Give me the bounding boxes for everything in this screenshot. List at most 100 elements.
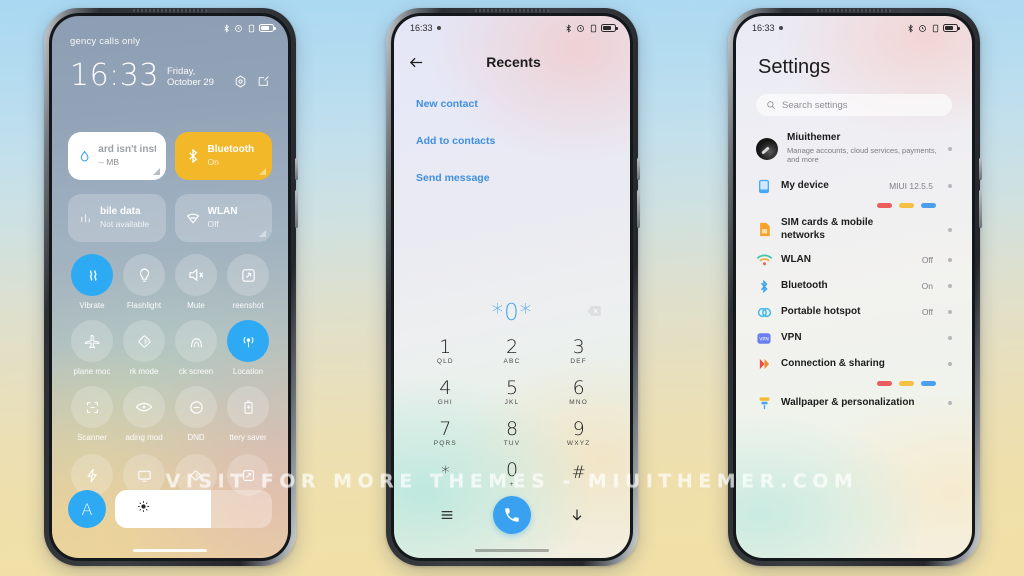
- wallpaper-icon: [756, 395, 772, 411]
- key-6-letters: MNO: [569, 398, 589, 406]
- battery-saver-icon: [227, 386, 269, 428]
- brightness-slider[interactable]: [115, 490, 272, 528]
- bluetooth-icon: [907, 23, 913, 33]
- camera-icon[interactable]: [234, 75, 247, 88]
- tile-expand-corner[interactable]: [259, 168, 266, 175]
- lock-date: Friday, October 29: [166, 66, 214, 88]
- bluetooth-icon: [565, 23, 571, 33]
- settings-row-my-device[interactable]: My device MIUI 12.5.5: [748, 173, 960, 199]
- battery-icon: [601, 24, 618, 32]
- toggle-reading-mode[interactable]: ading mod: [118, 386, 170, 442]
- toggle-location[interactable]: Location: [222, 320, 274, 376]
- dialer-header: Recents: [394, 46, 630, 78]
- settings-row-account[interactable]: Miuithemer Manage accounts, cloud servic…: [748, 126, 960, 173]
- toggle-screenshot[interactable]: reenshot: [222, 254, 274, 310]
- tile-data-usage[interactable]: ard isn't insta -- MB: [68, 132, 166, 180]
- key-7[interactable]: 7 PQRS: [412, 419, 479, 447]
- key-9-letters: WXYZ: [566, 439, 591, 447]
- key-9[interactable]: 9 WXYZ: [545, 419, 612, 447]
- phone1-status-bar: gency calls only: [52, 16, 288, 38]
- link-add-to-contacts[interactable]: Add to contacts: [416, 135, 495, 147]
- chevron-dot-icon: [948, 284, 952, 288]
- backspace-icon[interactable]: [587, 304, 602, 322]
- settings-label-sim-cards: SIM cards & mobile networks: [781, 217, 874, 241]
- home-indicator[interactable]: [475, 548, 549, 552]
- section-divider-pills: [748, 377, 960, 390]
- toggle-battery-saver[interactable]: ttery saver: [222, 386, 274, 442]
- dark-mode-icon: [123, 320, 165, 362]
- phone3-status-time: 16:33: [752, 23, 775, 33]
- toggle-lock-screen[interactable]: ck screen: [170, 320, 222, 376]
- lock-clock: 16:33: [70, 58, 159, 93]
- key-8-letters: TUV: [503, 439, 521, 447]
- tile-expand-corner[interactable]: [259, 230, 266, 237]
- volume-button[interactable]: [295, 158, 298, 180]
- call-button[interactable]: [493, 496, 531, 534]
- key-3[interactable]: 3 DEF: [545, 337, 612, 365]
- toggles-row-3: Scanner ading mod DND ttery saver: [66, 386, 274, 442]
- power-button[interactable]: [295, 190, 298, 228]
- search-settings-field[interactable]: Search settings: [756, 94, 952, 116]
- settings-row-bluetooth[interactable]: Bluetooth On: [748, 273, 960, 299]
- key-3-letters: DEF: [570, 357, 587, 365]
- key-star[interactable]: *: [412, 461, 479, 488]
- pill-yellow: [899, 381, 914, 386]
- toggle-vibrate[interactable]: Vibrate: [66, 254, 118, 310]
- tile-bluetooth[interactable]: Bluetooth On: [174, 132, 272, 180]
- key-4[interactable]: 4 GHI: [412, 378, 479, 406]
- tile-data-usage-title: ard isn't insta: [98, 144, 155, 156]
- dialer-bottom-bar: [394, 496, 630, 534]
- svg-text:VPN: VPN: [759, 336, 769, 342]
- settings-row-portable-hotspot[interactable]: Portable hotspot Off: [748, 299, 960, 325]
- toggle-dark-mode[interactable]: rk mode: [118, 320, 170, 376]
- menu-icon[interactable]: [439, 507, 455, 523]
- key-8[interactable]: 8 TUV: [479, 417, 546, 447]
- chevron-dot-icon: [948, 258, 952, 262]
- key-2[interactable]: 2 ABC: [479, 337, 546, 365]
- settings-row-wlan[interactable]: WLAN Off: [748, 247, 960, 273]
- link-send-message[interactable]: Send message: [416, 172, 495, 184]
- toggle-scanner[interactable]: Scanner: [66, 386, 118, 442]
- toggle-reading-mode-label: ading mod: [125, 433, 163, 442]
- volume-button[interactable]: [979, 158, 982, 180]
- earpiece-speaker: [475, 9, 549, 12]
- key-5[interactable]: 5 JKL: [479, 378, 546, 406]
- power-button[interactable]: [979, 190, 982, 228]
- alarm-icon: [577, 24, 584, 32]
- toggle-dnd-label: DND: [187, 433, 205, 442]
- settings-row-wallpaper[interactable]: Wallpaper & personalization: [748, 390, 960, 416]
- edit-icon[interactable]: [257, 75, 270, 88]
- tile-wlan[interactable]: WLAN Off: [174, 194, 272, 242]
- volume-button[interactable]: [637, 158, 640, 180]
- settings-label-wlan: WLAN: [781, 253, 811, 265]
- key-6[interactable]: 6 MNO: [545, 378, 612, 406]
- key-8-digit: 8: [505, 417, 519, 440]
- key-1[interactable]: 1 QLD: [412, 337, 479, 365]
- settings-row-connection-sharing[interactable]: Connection & sharing: [748, 351, 960, 377]
- earpiece-speaker: [817, 9, 891, 12]
- pill-blue: [921, 381, 936, 386]
- tile-wlan-title: WLAN: [207, 206, 238, 218]
- dial-number-display[interactable]: *0*: [492, 300, 533, 326]
- tile-data-usage-sub: -- MB: [98, 156, 120, 167]
- key-0[interactable]: 0 +: [479, 460, 546, 488]
- home-indicator[interactable]: [133, 548, 207, 552]
- toggle-mute[interactable]: Mute: [170, 254, 222, 310]
- tile-mobile-data[interactable]: bile data Not available: [68, 194, 166, 242]
- hide-keypad-icon[interactable]: [569, 507, 585, 523]
- settings-row-vpn[interactable]: VPN VPN: [748, 325, 960, 351]
- link-new-contact[interactable]: New contact: [416, 98, 495, 110]
- settings-row-sim-cards[interactable]: SIM cards & mobile networks: [748, 212, 960, 247]
- toggle-flashlight[interactable]: Flashlight: [118, 254, 170, 310]
- toggle-airplane-mode[interactable]: plane moc: [66, 320, 118, 376]
- key-hash[interactable]: #: [545, 461, 612, 488]
- toggle-airplane-label: plane moc: [73, 367, 111, 376]
- power-button[interactable]: [637, 190, 640, 228]
- settings-label-portable-hotspot: Portable hotspot: [781, 305, 861, 317]
- auto-brightness-button[interactable]: A: [68, 490, 106, 528]
- tile-expand-corner[interactable]: [152, 168, 160, 175]
- avatar: [756, 137, 778, 160]
- toggle-dnd[interactable]: DND: [170, 386, 222, 442]
- dial-display-row: *0*: [394, 298, 630, 328]
- settings-value-wlan: Off: [921, 255, 933, 265]
